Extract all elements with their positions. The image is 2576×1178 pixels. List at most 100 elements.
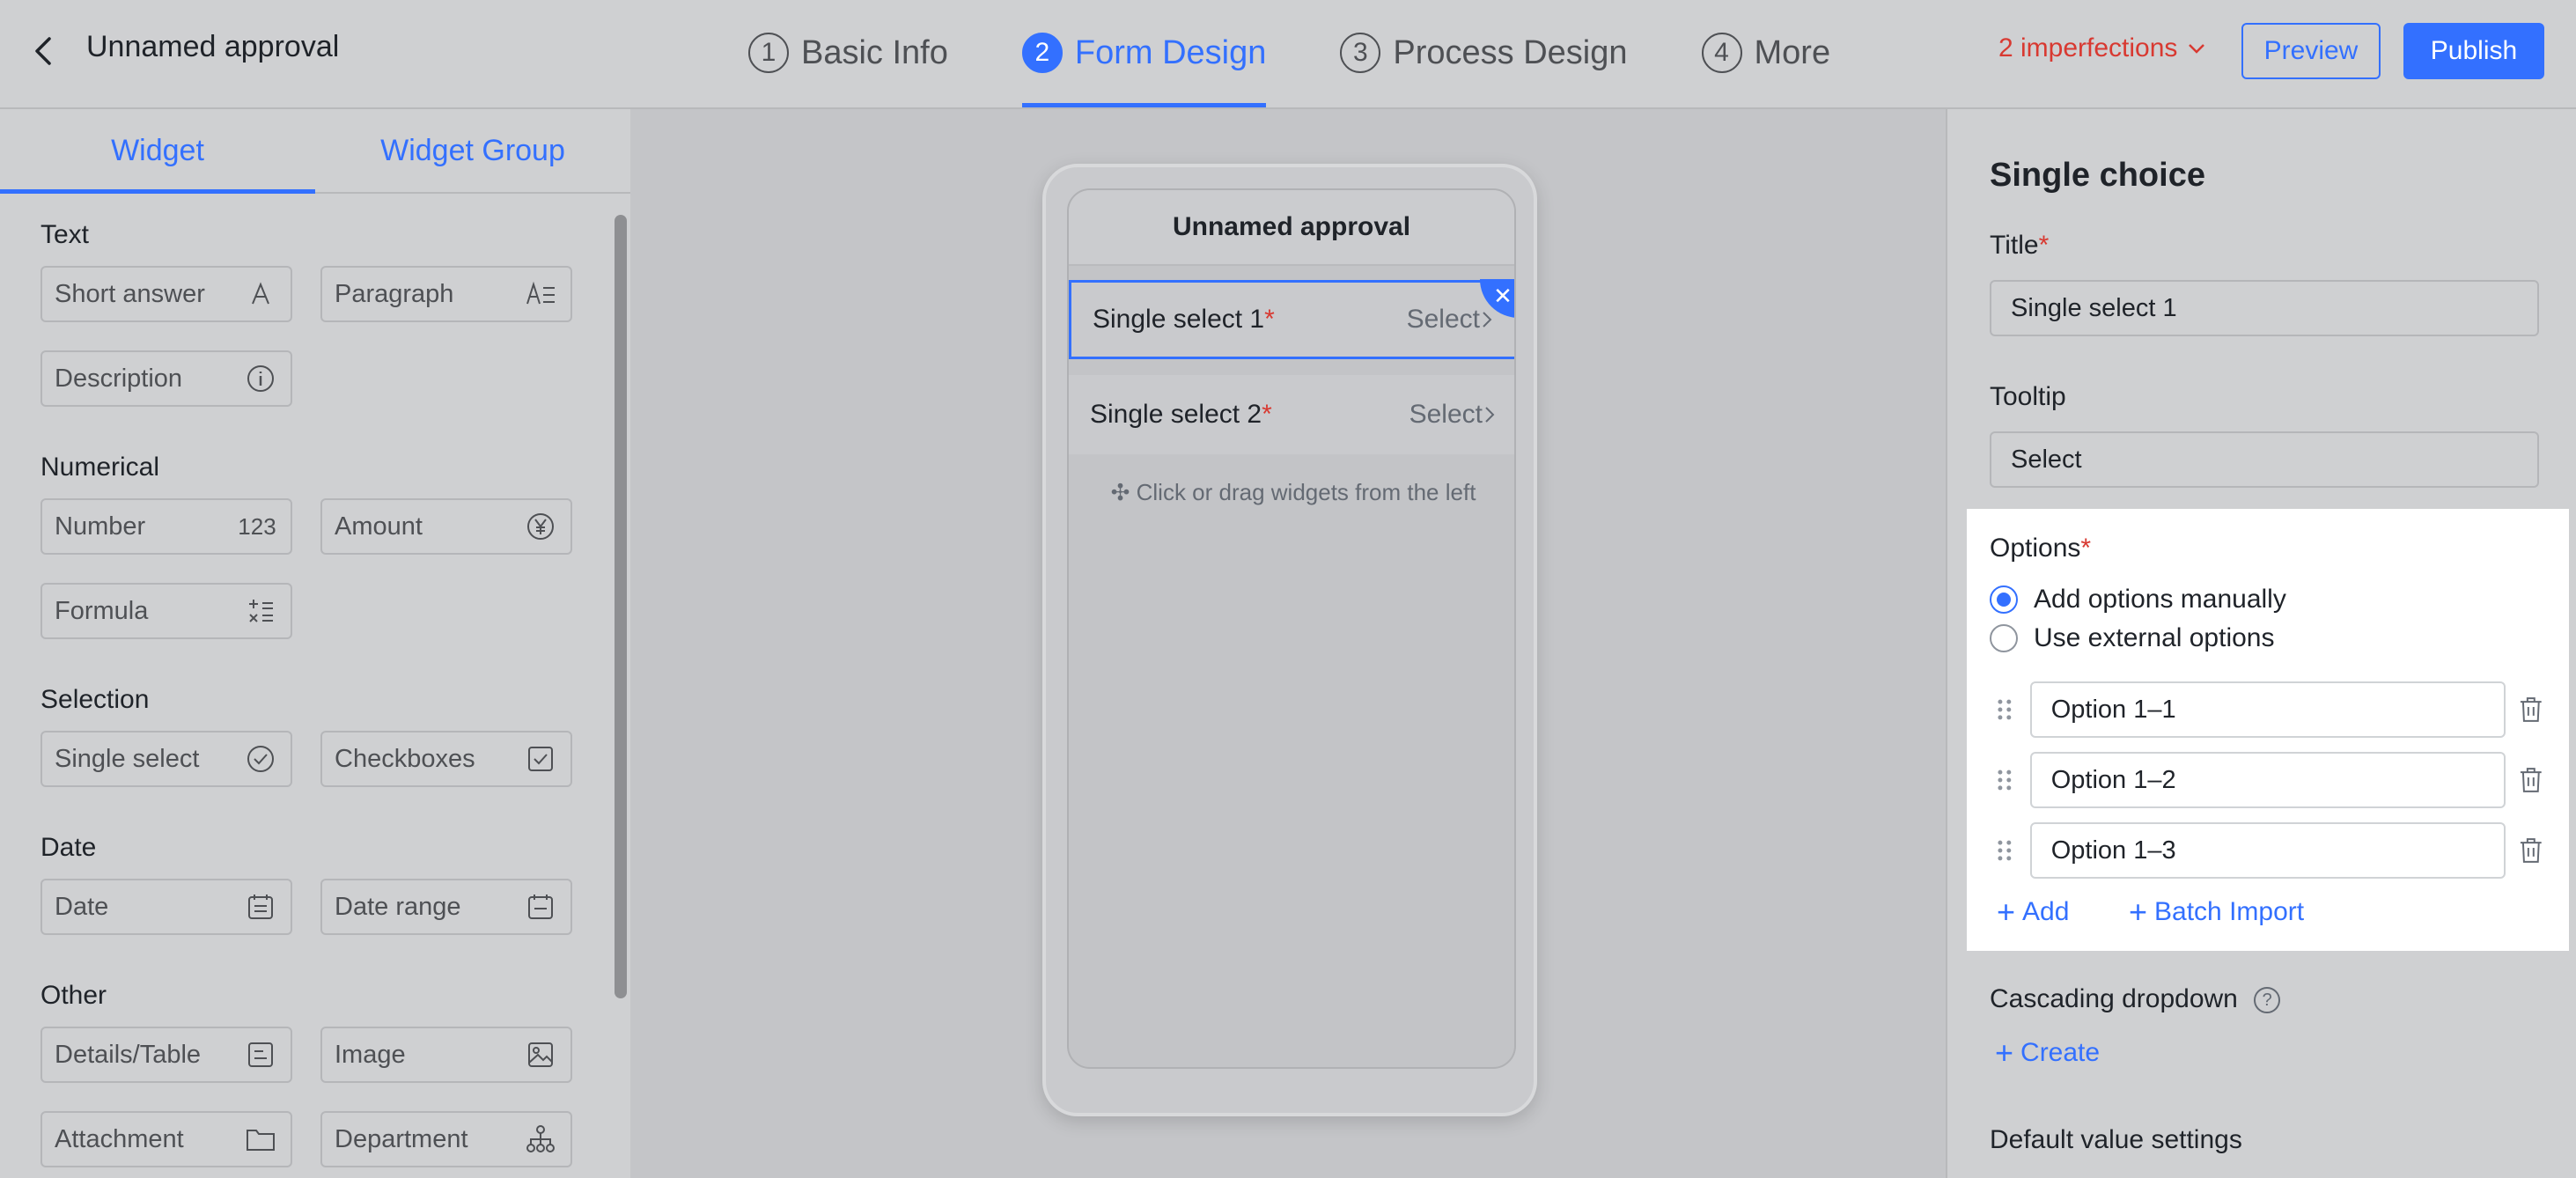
plus-icon: + xyxy=(1997,894,2016,930)
create-cascading-button[interactable]: + Create xyxy=(1995,1037,2100,1069)
back-arrow-icon[interactable] xyxy=(26,33,62,69)
widget-label: Amount xyxy=(335,512,423,541)
widget-date-range[interactable]: Date range xyxy=(320,879,572,935)
move-icon: ✣ xyxy=(1110,479,1130,505)
widget-label: Details/Table xyxy=(55,1040,202,1069)
add-option-button[interactable]: + Add xyxy=(1997,896,2069,928)
option-input[interactable]: Option 1–2 xyxy=(2029,752,2506,808)
step-number: 4 xyxy=(1701,33,1742,73)
widget-label: Paragraph xyxy=(335,279,454,308)
option-row: Option 1–2 xyxy=(1993,752,2546,808)
widget-attachment[interactable]: Attachment xyxy=(40,1111,292,1167)
widget-label: Formula xyxy=(55,596,149,625)
widget-department[interactable]: Department xyxy=(320,1111,572,1167)
title-input[interactable]: Single select 1 xyxy=(1990,280,2539,336)
field-select-placeholder: Select xyxy=(1409,400,1497,430)
check-circle-icon xyxy=(243,741,278,777)
tooltip-label: Tooltip xyxy=(1990,382,2066,411)
widget-paragraph[interactable]: Paragraph xyxy=(320,266,572,322)
widget-date[interactable]: Date xyxy=(40,879,292,935)
checkbox-icon xyxy=(523,741,558,777)
radio-add-manually[interactable]: Add options manually xyxy=(1990,585,2286,615)
widget-image[interactable]: Image xyxy=(320,1027,572,1083)
top-header: Unnamed approval 1 Basic Info 2 Form Des… xyxy=(0,0,2576,109)
step-form-design[interactable]: 2 Form Design xyxy=(1021,0,1267,107)
calendar-icon xyxy=(243,889,278,924)
widget-label: Image xyxy=(335,1040,406,1069)
option-row: Option 1–3 xyxy=(1993,822,2546,879)
org-chart-icon xyxy=(523,1122,558,1157)
field-label: Single select 2* xyxy=(1090,400,1272,429)
imperfections-label: 2 imperfections xyxy=(1998,33,2178,63)
required-asterisk: * xyxy=(1264,305,1275,334)
drag-handle-icon[interactable] xyxy=(1993,696,2016,723)
trash-icon[interactable] xyxy=(2516,836,2546,865)
letter-a-icon xyxy=(243,276,278,312)
field-select-placeholder: Select xyxy=(1407,305,1494,335)
options-label: Options* xyxy=(1990,534,2092,563)
radio-button-checked[interactable] xyxy=(1990,585,2018,614)
properties-title: Single choice xyxy=(1990,157,2205,194)
widget-panel: Widget Widget Group Text Short answer Pa… xyxy=(0,109,630,1178)
form-field-single-select-1[interactable]: Single select 1* Select ✕ xyxy=(1069,279,1514,359)
group-title-other: Other xyxy=(40,981,107,1010)
option-input[interactable]: Option 1–1 xyxy=(2029,681,2506,738)
title-label: Title* xyxy=(1990,231,2050,260)
widget-label: Date xyxy=(55,892,109,921)
widget-number[interactable]: Number 123 xyxy=(40,498,292,555)
widget-label: Short answer xyxy=(55,279,205,308)
image-icon xyxy=(523,1037,558,1072)
widget-panel-scrollbar[interactable] xyxy=(615,215,627,998)
step-number: 2 xyxy=(1021,33,1063,73)
publish-button[interactable]: Publish xyxy=(2403,23,2544,79)
widget-short-answer[interactable]: Short answer xyxy=(40,266,292,322)
plus-icon: + xyxy=(1995,1034,2014,1071)
radio-button-unchecked[interactable] xyxy=(1990,624,2018,652)
step-more[interactable]: 4 More xyxy=(1701,0,1830,106)
phone-preview: Unnamed approval Single select 1* Select… xyxy=(1042,164,1537,1116)
drag-handle-icon[interactable] xyxy=(1993,837,2016,864)
form-canvas: Unnamed approval Single select 1* Select… xyxy=(1067,188,1516,1069)
trash-icon[interactable] xyxy=(2516,765,2546,795)
folder-icon xyxy=(243,1122,278,1157)
preview-button[interactable]: Preview xyxy=(2241,23,2381,79)
widget-single-select[interactable]: Single select xyxy=(40,731,292,787)
widget-description[interactable]: Description xyxy=(40,350,292,407)
help-icon[interactable]: ? xyxy=(2254,987,2281,1014)
tab-widget-group[interactable]: Widget Group xyxy=(315,109,630,192)
plus-icon: + xyxy=(2129,894,2148,930)
tab-widget[interactable]: Widget xyxy=(0,109,315,194)
option-row: Option 1–1 xyxy=(1993,681,2546,738)
form-title: Unnamed approval xyxy=(1069,190,1514,266)
widget-label: Department xyxy=(335,1124,468,1153)
widget-amount[interactable]: Amount xyxy=(320,498,572,555)
widget-label: Single select xyxy=(55,744,200,773)
properties-panel: Single choice Title* Single select 1 Too… xyxy=(1946,109,2576,1178)
step-number: 3 xyxy=(1340,33,1381,73)
form-field-single-select-2[interactable]: Single select 2* Select xyxy=(1069,375,1514,454)
radio-external-options[interactable]: Use external options xyxy=(1990,623,2275,653)
group-title-numerical: Numerical xyxy=(40,453,160,482)
widget-label: Description xyxy=(55,364,183,393)
widget-details-table[interactable]: Details/Table xyxy=(40,1027,292,1083)
widget-label: Attachment xyxy=(55,1124,184,1153)
widget-tabs: Widget Widget Group xyxy=(0,109,630,194)
info-icon xyxy=(243,361,278,396)
tooltip-input[interactable]: Select xyxy=(1990,431,2539,488)
drag-handle-icon[interactable] xyxy=(1993,767,2016,793)
imperfections-dropdown[interactable]: 2 imperfections xyxy=(1998,33,2207,63)
step-label: Form Design xyxy=(1074,33,1267,71)
trash-icon[interactable] xyxy=(2516,695,2546,725)
step-navigation: 1 Basic Info 2 Form Design 3 Process Des… xyxy=(748,0,1904,109)
step-label: Basic Info xyxy=(801,33,948,71)
widget-checkboxes[interactable]: Checkboxes xyxy=(320,731,572,787)
table-icon xyxy=(243,1037,278,1072)
batch-import-button[interactable]: + Batch Import xyxy=(2129,896,2304,928)
widget-formula[interactable]: Formula xyxy=(40,583,292,639)
option-input[interactable]: Option 1–3 xyxy=(2029,822,2506,879)
step-process-design[interactable]: 3 Process Design xyxy=(1340,0,1628,106)
paragraph-icon xyxy=(523,276,558,312)
required-asterisk: * xyxy=(2038,231,2050,260)
chevron-right-icon xyxy=(1483,312,1492,328)
step-basic-info[interactable]: 1 Basic Info xyxy=(748,0,948,106)
